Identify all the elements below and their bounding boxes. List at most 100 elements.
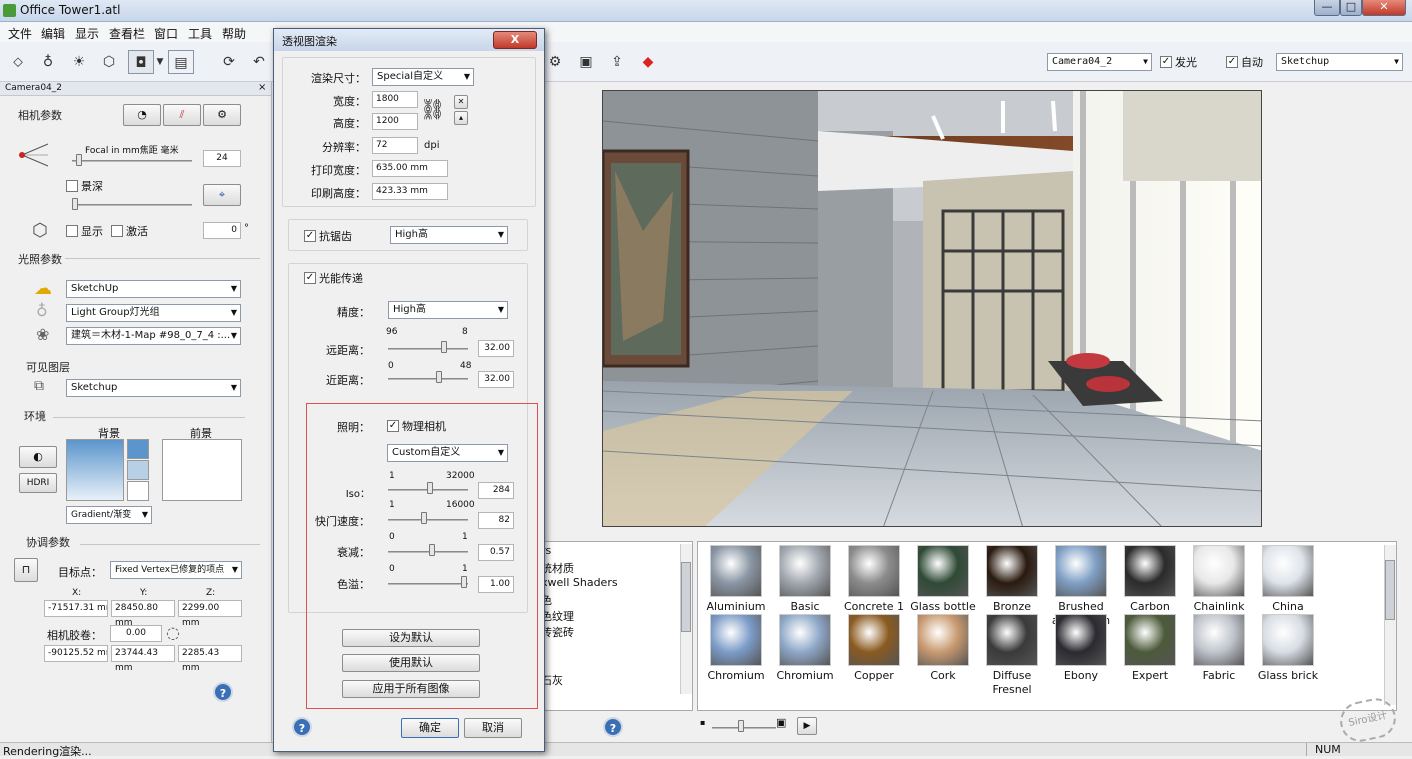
light-group-select[interactable]: Light Group灯光组 ▼ (66, 304, 241, 322)
list-scrollbar-thumb[interactable] (681, 562, 691, 632)
maximize-button[interactable]: □ (1340, 0, 1362, 16)
bg-top-color[interactable] (127, 439, 149, 459)
swap-button[interactable]: ✕ (454, 95, 468, 109)
focal-input[interactable]: 24 (203, 150, 241, 167)
env-image-button[interactable]: ◐ (19, 446, 57, 468)
ok-button[interactable]: 确定 (401, 718, 459, 738)
overflow-slider-thumb[interactable] (461, 576, 467, 588)
iso-input[interactable]: 284 (478, 482, 514, 499)
menu-view[interactable]: 显示 (75, 25, 99, 42)
material-tile[interactable]: Carbon (1116, 545, 1184, 614)
dial-icon[interactable]: ◌ (166, 623, 180, 642)
resolution-input[interactable]: 72 (372, 137, 418, 154)
shutter-input[interactable]: 82 (478, 512, 514, 529)
antialias-checkbox[interactable]: ✓ (304, 230, 316, 242)
far-slider-thumb[interactable] (441, 341, 447, 353)
camera-x-input[interactable]: -90125.52 mm (44, 645, 108, 662)
material-tile[interactable]: Bronze (978, 545, 1046, 614)
activate-checkbox[interactable] (111, 225, 123, 237)
material-tile[interactable]: Chromium (702, 614, 770, 683)
chevron-down-icon[interactable]: ▼ (154, 50, 166, 74)
menu-panels[interactable]: 查看栏 (109, 25, 145, 42)
target-y-input[interactable]: 28450.80 mm (111, 600, 175, 628)
grid-scrollbar-thumb[interactable] (1385, 560, 1395, 620)
radiosity-checkbox[interactable]: ✓ (304, 272, 316, 284)
material-tile[interactable]: Aluminium (702, 545, 770, 614)
help-icon[interactable]: ? (213, 682, 233, 702)
print-height-input[interactable]: 423.33 mm (372, 183, 448, 200)
apply-all-button[interactable]: 应用于所有图像 (342, 680, 480, 698)
auto-checkbox[interactable]: ✓ (1226, 56, 1238, 68)
near-input[interactable]: 32.00 (478, 371, 514, 388)
material-tile[interactable]: Expert (1116, 614, 1184, 683)
play-button[interactable]: ▶ (797, 717, 817, 735)
bg-bottom-color[interactable] (127, 481, 149, 501)
cube-icon[interactable]: ⬡ (96, 50, 122, 74)
focal-slider-thumb[interactable] (76, 154, 82, 166)
lens-button[interactable]: ⫽ (163, 104, 201, 126)
print-width-input[interactable]: 635.00 mm (372, 160, 448, 177)
roll-input[interactable]: 0.00 (110, 625, 162, 642)
close-window-button[interactable]: ✕ (1362, 0, 1406, 16)
light-bulb-icon[interactable]: ♁ (35, 50, 61, 74)
undo-icon[interactable]: ↶ (246, 50, 272, 74)
hdri-button[interactable]: HDRI (19, 473, 57, 493)
material-tile[interactable]: Ebony (1047, 614, 1115, 683)
bg-mid-color[interactable] (127, 460, 149, 480)
decay-input[interactable]: 0.57 (478, 544, 514, 561)
style-select[interactable]: Sketchup ▼ (1276, 53, 1403, 71)
rotate-icon[interactable]: ⟳ (216, 50, 242, 74)
material-tile[interactable]: Fabric (1185, 614, 1253, 683)
glow-checkbox[interactable]: ✓ (1160, 56, 1172, 68)
camera-preset-select[interactable]: Custom自定义 ▼ (387, 444, 508, 462)
decay-slider-thumb[interactable] (429, 544, 435, 556)
gear-icon[interactable]: ⚙ (542, 50, 568, 74)
help-icon[interactable]: ? (603, 717, 623, 737)
material-category-list[interactable]: rs 统材质 xwell Shaders 色 色纹理 砖瓷砖 石灰 (540, 541, 693, 711)
cancel-button[interactable]: 取消 (464, 718, 522, 738)
sky-select[interactable]: SketchUp ▼ (66, 280, 241, 298)
sun-icon[interactable]: ☀ (66, 50, 92, 74)
paint-icon[interactable]: ⬦ (5, 50, 31, 74)
thumb-size-slider-thumb[interactable] (738, 720, 744, 732)
target-select[interactable]: Fixed Vertex已修复的项点 ▼ (110, 561, 242, 579)
show-checkbox[interactable] (66, 225, 78, 237)
dof-slider-thumb[interactable] (72, 198, 78, 210)
material-tile[interactable]: China (1254, 545, 1322, 614)
menu-window[interactable]: 窗口 (154, 25, 178, 42)
antialias-select[interactable]: High高 ▼ (390, 226, 508, 244)
close-icon[interactable]: × (258, 82, 266, 93)
size-select[interactable]: Special自定义 ▼ (372, 68, 474, 86)
dialog-close-button[interactable]: X (493, 31, 537, 49)
iso-slider-thumb[interactable] (427, 482, 433, 494)
height-input[interactable]: 1200 (372, 113, 418, 130)
camera-y-input[interactable]: 23744.43 mm (111, 645, 175, 673)
overflow-input[interactable]: 1.00 (478, 576, 514, 593)
minimize-button[interactable]: — (1314, 0, 1340, 16)
list-item[interactable]: xwell Shaders (541, 576, 618, 589)
camera-icon[interactable]: ◘ (128, 50, 154, 74)
camera-type-button[interactable]: ◔ (123, 104, 161, 126)
material-tile[interactable]: Copper (840, 614, 908, 683)
physical-camera-checkbox[interactable]: ✓ (387, 420, 399, 432)
width-input[interactable]: 1800 (372, 91, 418, 108)
activate-input[interactable]: 0 (203, 222, 241, 239)
lock-button[interactable]: ⊓ (14, 558, 38, 582)
material-tile[interactable]: Concrete 1 (840, 545, 908, 614)
set-default-button[interactable]: 设为默认 (342, 629, 480, 647)
focus-target-button[interactable]: ⌖ (203, 184, 241, 206)
shutter-slider-thumb[interactable] (421, 512, 427, 524)
image-icon[interactable]: ▣ (573, 50, 599, 74)
reset-ratio-button[interactable]: ▴ (454, 111, 468, 125)
help-icon[interactable]: ? (292, 717, 312, 737)
settings-button[interactable]: ⚙ (203, 104, 241, 126)
document-icon[interactable]: ▤ (168, 50, 194, 74)
material-tile[interactable]: Cork (909, 614, 977, 683)
link-ratio-icon[interactable]: ⛓ (420, 95, 445, 125)
list-item[interactable]: 色纹理 (541, 608, 574, 624)
render-viewport[interactable] (602, 90, 1262, 527)
list-item[interactable]: 统材质 (541, 560, 574, 576)
menu-file[interactable]: 文件 (8, 25, 32, 42)
foreground-preview[interactable] (162, 439, 242, 501)
background-preview[interactable] (66, 439, 124, 501)
